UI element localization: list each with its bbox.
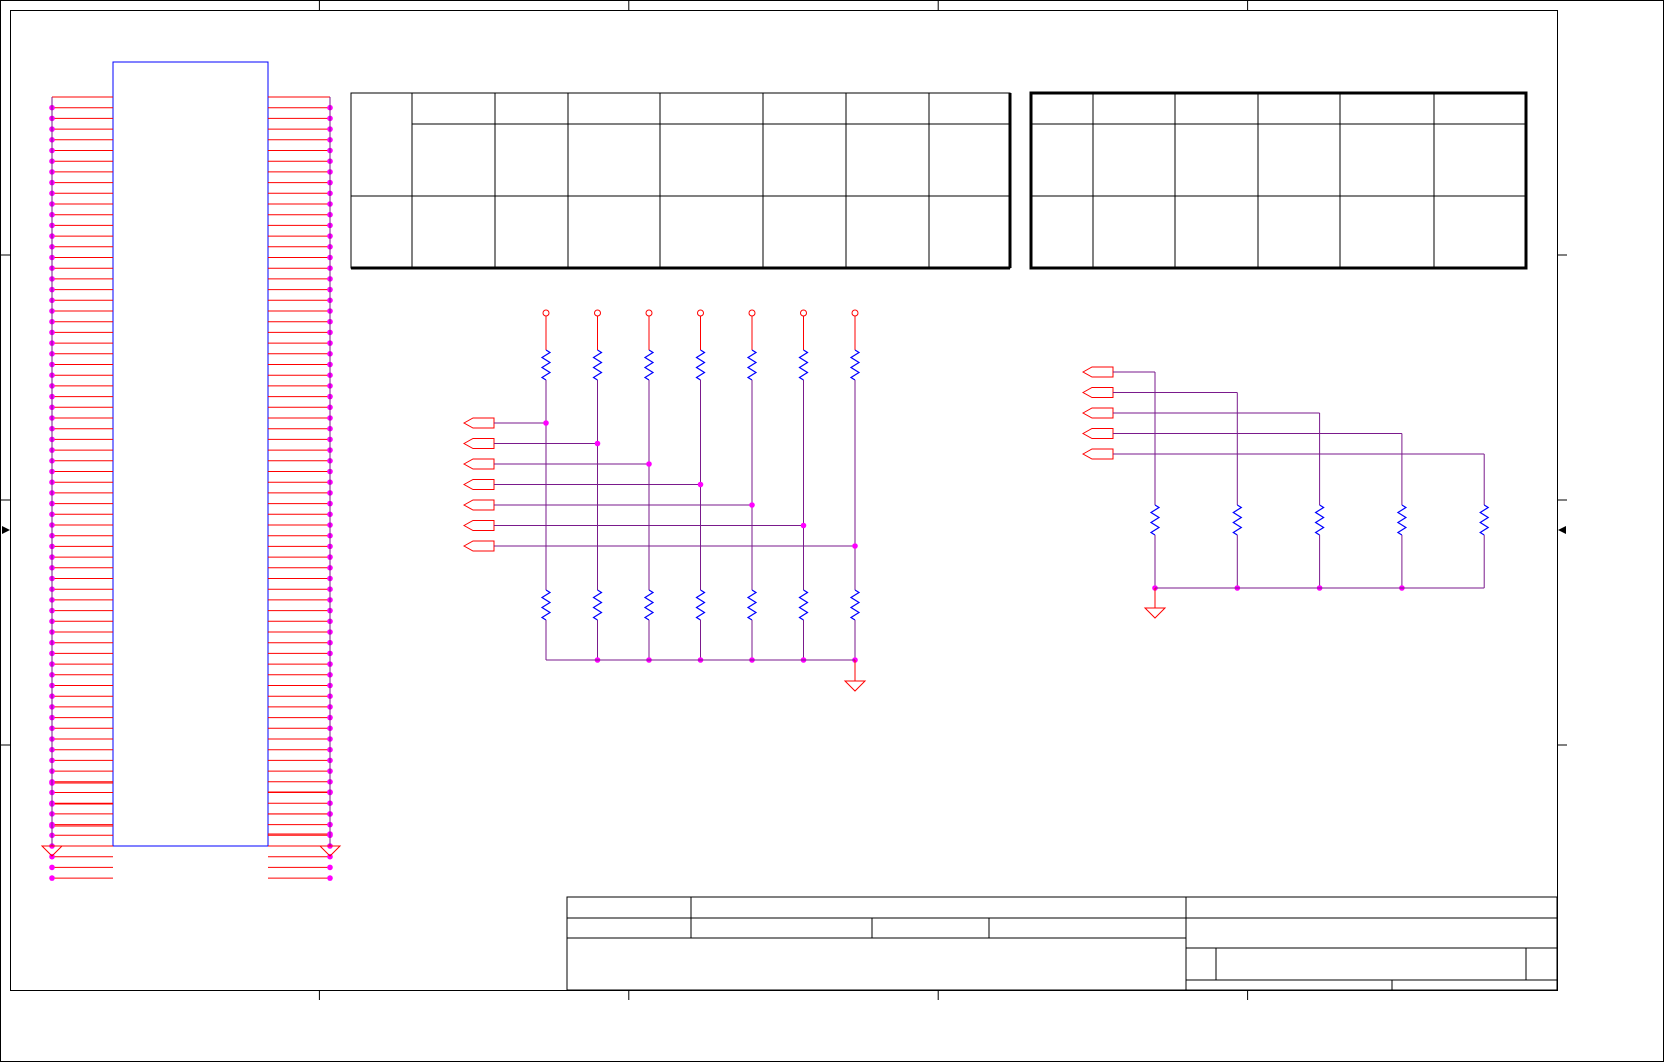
power-rail-terminal (645, 309, 653, 317)
off-page-port (462, 438, 495, 449)
off-page-port (1081, 448, 1114, 460)
resistor (849, 589, 861, 621)
junction-dot (800, 522, 807, 529)
zone-arrow (2, 526, 10, 534)
resistor (592, 589, 603, 621)
resistor (540, 349, 552, 381)
junction-dot (697, 481, 704, 488)
schematic-sheet (0, 0, 1664, 1062)
strap-resistor-array-2 (1081, 366, 1490, 619)
resistor (643, 349, 655, 381)
table-frame-bold (1029, 91, 1528, 270)
pin-junction (49, 864, 55, 871)
resistor (592, 349, 603, 381)
off-page-port (462, 479, 495, 490)
resistor (798, 349, 809, 381)
power-rail-terminal (851, 309, 859, 317)
junction-dot (646, 461, 652, 467)
pin-junction (327, 875, 333, 881)
off-page-port (462, 417, 495, 429)
power-rail-terminal (800, 309, 807, 317)
config-tables (350, 91, 1528, 270)
pin-junction (49, 875, 55, 881)
junction-dot (852, 543, 858, 549)
strap-resistor-array-1 (462, 309, 867, 692)
power-rail-terminal (748, 309, 756, 317)
power-rail-terminal (542, 309, 550, 317)
resistor (643, 589, 655, 621)
outer-border (0, 0, 1664, 1062)
off-page-port (1081, 428, 1114, 439)
off-page-port (1081, 387, 1114, 398)
off-page-port (462, 458, 495, 470)
junction-dot (594, 440, 601, 447)
resistor (1314, 504, 1325, 536)
resistor (746, 589, 758, 621)
pin-junction (327, 864, 333, 871)
resistor (798, 589, 809, 621)
resistor (1396, 504, 1408, 536)
off-page-port (462, 540, 495, 552)
sheet-frame (0, 0, 1664, 1062)
title-block (566, 896, 1558, 991)
resistor (746, 349, 758, 381)
resistor (695, 349, 706, 381)
junction-dot (749, 502, 755, 508)
zone-arrow (1558, 526, 1566, 534)
resistor (695, 589, 706, 621)
title-block-frame (566, 896, 1558, 991)
resistor (1232, 504, 1243, 536)
connector-body (112, 61, 269, 847)
off-page-port (462, 499, 495, 511)
connector-block (40, 61, 342, 881)
table-frame (350, 92, 1011, 269)
power-rail-terminal (594, 309, 601, 317)
resistor (1149, 504, 1161, 536)
resistor (1479, 504, 1490, 536)
resistor (540, 589, 552, 621)
off-page-port (1081, 366, 1114, 378)
ground-symbol (843, 680, 867, 692)
inner-border (10, 10, 1558, 991)
junction-dot (543, 420, 549, 426)
power-rail-terminal (697, 309, 704, 317)
off-page-port (1081, 407, 1114, 419)
off-page-port (462, 520, 495, 531)
resistor (849, 349, 861, 381)
ground-symbol (1143, 607, 1167, 619)
